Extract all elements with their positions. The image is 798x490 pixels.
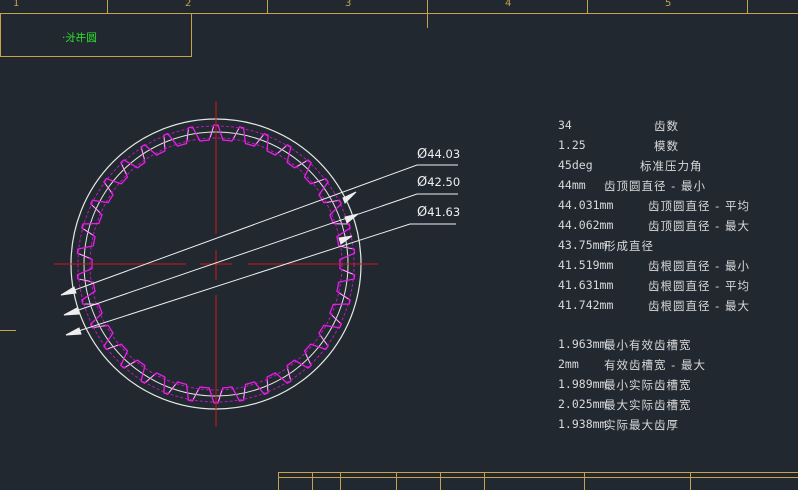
spec-value: 44mm xyxy=(558,178,586,192)
column-number: 5 xyxy=(665,0,672,9)
diameter-value: 42.50 xyxy=(427,175,461,189)
leader-line-3 xyxy=(65,223,456,336)
diameter-label-2: Ø42.50 xyxy=(417,175,460,190)
mirrored-stamp-text: 圆书长· xyxy=(62,32,97,44)
spec-description: 齿顶圆直径 - 最大 xyxy=(648,219,750,233)
diameter-label-1: Ø44.03 xyxy=(417,147,460,162)
spec-value: 41.742mm xyxy=(558,298,614,312)
diameter-label-3: Ø41.63 xyxy=(417,205,460,220)
arrowhead xyxy=(344,213,359,224)
spec-value: 44.031mm xyxy=(558,198,614,212)
arrowhead xyxy=(63,307,80,316)
spec-value: 41.631mm xyxy=(558,278,614,292)
arrowhead xyxy=(338,235,353,245)
spec-value: 1.938mm xyxy=(558,417,607,431)
diameter-symbol: Ø xyxy=(417,175,428,190)
arrowhead xyxy=(342,191,357,204)
spec-value: 44.062mm xyxy=(558,218,614,232)
arrowhead xyxy=(65,327,82,336)
column-number: 2 xyxy=(185,0,192,9)
diameter-symbol: Ø xyxy=(417,147,428,162)
spec-value: 1.963mm xyxy=(558,337,607,351)
column-number: 4 xyxy=(505,0,512,9)
spec-description: 齿顶圆直径 - 平均 xyxy=(648,199,750,213)
diameter-value: 41.63 xyxy=(427,205,461,219)
spec-value: 45deg xyxy=(558,158,593,172)
spec-description: 形成直径 xyxy=(604,239,654,253)
spec-description: 最小有效齿槽宽 xyxy=(604,338,692,352)
spec-value: 1.25 xyxy=(558,138,586,152)
title-block xyxy=(278,472,798,490)
spec-description: 模数 xyxy=(654,139,679,153)
spec-description: 最大实际齿槽宽 xyxy=(604,398,692,412)
spec-description: 最小实际齿槽宽 xyxy=(604,378,692,392)
spec-description: 标准压力角 xyxy=(640,159,703,173)
diameter-symbol: Ø xyxy=(417,205,428,220)
spec-value: 41.519mm xyxy=(558,258,614,272)
spec-value: 43.75mm xyxy=(558,238,607,252)
spec-description: 齿根圆直径 - 平均 xyxy=(648,279,750,293)
spec-value: 2mm xyxy=(558,357,579,371)
column-number: 1 xyxy=(13,0,20,9)
gear-drawing xyxy=(54,101,378,427)
spec-value: 1.989mm xyxy=(558,377,607,391)
spec-description: 齿顶圆直径 - 最小 xyxy=(604,179,706,193)
spec-value: 34 xyxy=(558,118,572,132)
spec-description: 齿根圆直径 - 最小 xyxy=(648,259,750,273)
spec-value: 2.025mm xyxy=(558,397,607,411)
diameter-leaders xyxy=(60,164,458,336)
spec-description: 齿数 xyxy=(654,119,679,133)
spec-description: 实际最大齿厚 xyxy=(604,418,679,432)
diameter-value: 44.03 xyxy=(427,147,461,161)
leader-line-1 xyxy=(60,164,458,296)
arrowhead xyxy=(60,286,77,296)
column-number: 3 xyxy=(345,0,352,9)
leader-line-2 xyxy=(63,193,458,316)
spec-description: 齿根圆直径 - 最大 xyxy=(648,299,750,313)
spec-description: 有效齿槽宽 - 最大 xyxy=(604,358,706,372)
